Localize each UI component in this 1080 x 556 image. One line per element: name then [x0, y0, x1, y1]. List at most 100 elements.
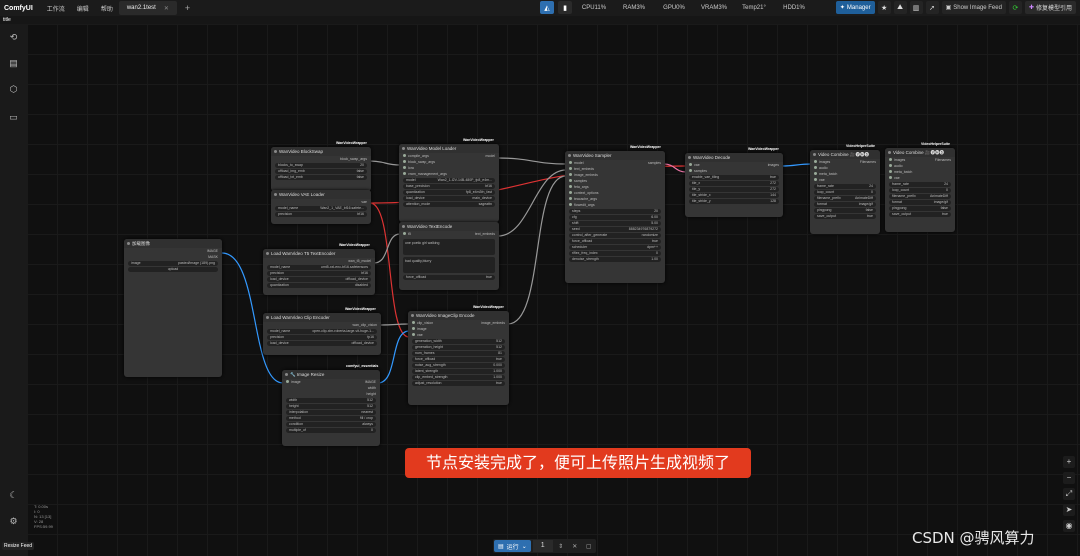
caption-banner: 节点安装完成了，便可上传照片生成视频了	[405, 448, 751, 478]
widget: precision bf16	[275, 212, 367, 217]
node-text-encode[interactable]: WanVideo TextEncode t5 text_embeds one po…	[399, 222, 499, 290]
share-icon[interactable]: ➚	[925, 1, 939, 14]
cancel-icon[interactable]: ✕	[569, 540, 581, 552]
left-sidebar: ⟲ ▤ ⬡ ▭ ☾ ⚙	[0, 24, 27, 556]
run-button[interactable]: ▤ 运行 ⌄	[494, 540, 531, 552]
play-icon: ▤	[498, 543, 504, 550]
node-title: WanVideo ImageClip Encode	[408, 311, 509, 320]
node-title: WanVideo BlockSwap	[271, 147, 371, 156]
cpu-stat: CPU11%	[581, 4, 607, 11]
manager-button[interactable]: ✦ Manager	[835, 1, 875, 14]
node-badge: WanVideoWrapper	[630, 145, 661, 149]
chart-icon[interactable]: ◭	[540, 1, 554, 14]
node-badge: WanVideoWrapper	[473, 305, 504, 309]
moon-icon[interactable]: ☾	[8, 490, 19, 501]
negative-prompt-textarea[interactable]: bad quality,blurry	[403, 257, 495, 273]
menu-help[interactable]: 帮助	[95, 4, 119, 13]
gpu-stat: GPU0%	[663, 4, 685, 11]
app-logo: ComfyUI	[4, 4, 33, 12]
widget: model_name Wan2_1_VAE_bf16.safete...	[275, 206, 367, 211]
temp-stat: Temp21°	[742, 4, 766, 11]
hdd-stat: HDD1%	[783, 4, 805, 11]
node-imageclip-encode[interactable]: WanVideo ImageClip Encode clip_vision ima…	[408, 311, 509, 405]
ram-stat: RAM3%	[622, 4, 645, 11]
node-badge: comfyui_essentials	[346, 364, 379, 368]
canvas-stats: T: 0.00s I: 0 N: 13 [13] V: 28 FPS:59.99	[34, 504, 53, 529]
widget: offload_img_emb false	[275, 169, 367, 174]
node-badge: VideoHelperSuite	[846, 144, 875, 148]
node-title: Load WanVideo Clip Encoder	[263, 313, 381, 322]
node-title: 加载图像	[124, 239, 222, 248]
image-icon: ▣	[945, 5, 952, 11]
mountain-icon[interactable]: ⛰	[893, 1, 907, 14]
menu-edit[interactable]: 编辑	[71, 4, 95, 13]
node-decode[interactable]: WanVideo Decode vae images samples enable…	[685, 153, 783, 217]
node-badge: WanVideoWrapper	[463, 138, 494, 142]
node-model-loader[interactable]: WanVideo Model Loader compile_args model …	[399, 144, 499, 222]
node-sampler[interactable]: WanVideo Sampler model samples text_embed…	[565, 151, 665, 283]
node-image-resize[interactable]: 🔧 Image Resize image IMAGE width height w…	[282, 370, 380, 446]
node-title: Load WanVideo T5 TextEncoder	[263, 249, 375, 258]
node-video-combine-1[interactable]: Video Combine 🎥🅥🅗🅢 images Filenames audio…	[810, 150, 880, 234]
refresh-icon[interactable]: ⟳	[1008, 1, 1022, 14]
star-icon[interactable]: ★	[877, 1, 891, 14]
bookmark-icon[interactable]: ▮	[558, 1, 572, 14]
comfyui-app: ComfyUI 工作流 编辑 帮助 wan2.1test ✕ + ◭ ▮ CPU…	[0, 0, 1080, 556]
node-badge: WanVideoWrapper	[748, 147, 779, 151]
node-badge: VideoHelperSuite	[921, 142, 950, 146]
node-title: WanVideo TextEncode	[399, 222, 499, 231]
gear-icon[interactable]: ⚙	[8, 516, 19, 527]
puzzle-icon: ✦	[839, 5, 845, 11]
menu-workflow[interactable]: 工作流	[41, 4, 71, 13]
node-title: WanVideo Decode	[685, 153, 783, 162]
workflow-tab[interactable]: wan2.1test ✕	[118, 1, 177, 15]
zoom-toolbar: + − ⤢ ➤ ◉	[1062, 456, 1076, 532]
stepper-icon[interactable]: ⇕	[555, 540, 567, 552]
widget: offload_txt_emb false	[275, 175, 367, 180]
history-icon[interactable]: ⟲	[8, 32, 19, 43]
node-load-image[interactable]: 加载图像 IMAGE MASK image pasted/image (189).…	[124, 239, 222, 377]
watermark: CSDN @骋风算力	[912, 529, 1035, 547]
node-blockswap[interactable]: WanVideo BlockSwap block_swap_args block…	[271, 147, 371, 191]
node-badge: WanVideoWrapper	[345, 307, 376, 311]
document-icon[interactable]: ▤	[8, 58, 19, 69]
zoom-in-icon[interactable]: +	[1063, 456, 1075, 468]
widget: blocks_to_swap 20	[275, 163, 367, 168]
batch-count-input[interactable]: 1	[532, 540, 553, 552]
chevron-down-icon[interactable]: ⌄	[522, 543, 527, 550]
resize-feed-button[interactable]: Resize Feed	[2, 542, 35, 550]
eye-icon[interactable]: ◉	[1063, 520, 1075, 532]
node-t5-encoder[interactable]: Load WanVideo T5 TextEncoder wan_t5_mode…	[263, 249, 375, 295]
show-image-feed-button[interactable]: ▣ Show Image Feed	[941, 1, 1006, 14]
fit-view-icon[interactable]: ⤢	[1063, 488, 1075, 500]
navigate-icon[interactable]: ➤	[1063, 504, 1075, 516]
node-title: Video Combine 🎥🅥🅗🅢	[885, 148, 955, 157]
add-tab-icon[interactable]: +	[185, 3, 190, 13]
cube-icon[interactable]: ⬡	[8, 84, 19, 95]
folder-icon[interactable]: ▭	[8, 112, 19, 123]
close-icon[interactable]: ✕	[164, 5, 169, 12]
node-title: WanVideo Sampler	[565, 151, 665, 160]
node-title: 🔧 Image Resize	[282, 370, 380, 379]
node-vae-loader[interactable]: WanVideo VAE Loader vae model_name Wan2_1…	[271, 190, 371, 224]
workflow-title-strip: title	[0, 16, 1080, 24]
node-video-combine-2[interactable]: Video Combine 🎥🅥🅗🅢 images Filenames audio…	[885, 148, 955, 232]
stop-icon[interactable]: ▢	[583, 540, 595, 552]
node-output: block_swap_args	[339, 157, 367, 161]
chart-bars-icon[interactable]: ▥	[909, 1, 923, 14]
zoom-out-icon[interactable]: −	[1063, 472, 1075, 484]
upload-button[interactable]: upload	[128, 267, 218, 272]
right-toolbar: ✦ Manager ★ ⛰ ▥ ➚ ▣ Show Image Feed ⟳ ✚ 修复模…	[835, 1, 1076, 14]
workflow-tab-label: wan2.1test	[126, 5, 156, 11]
node-output: vae	[361, 200, 367, 204]
node-title: WanVideo VAE Loader	[271, 190, 371, 199]
node-title: Video Combine 🎥🅥🅗🅢	[810, 150, 880, 159]
repair-model-ref-button[interactable]: ✚ 修复模型引用	[1024, 1, 1076, 14]
image-select: image pasted/image (189).png	[128, 261, 218, 266]
vram-stat: VRAM3%	[700, 4, 727, 11]
positive-prompt-textarea[interactable]: one poetic girl walking	[403, 239, 495, 255]
repair-icon: ✚	[1028, 5, 1034, 11]
node-badge: WanVideoWrapper	[339, 243, 370, 247]
node-badge: WanVideoWrapper	[336, 141, 367, 145]
node-clip-encoder[interactable]: Load WanVideo Clip Encoder wan_clip_visi…	[263, 313, 381, 355]
